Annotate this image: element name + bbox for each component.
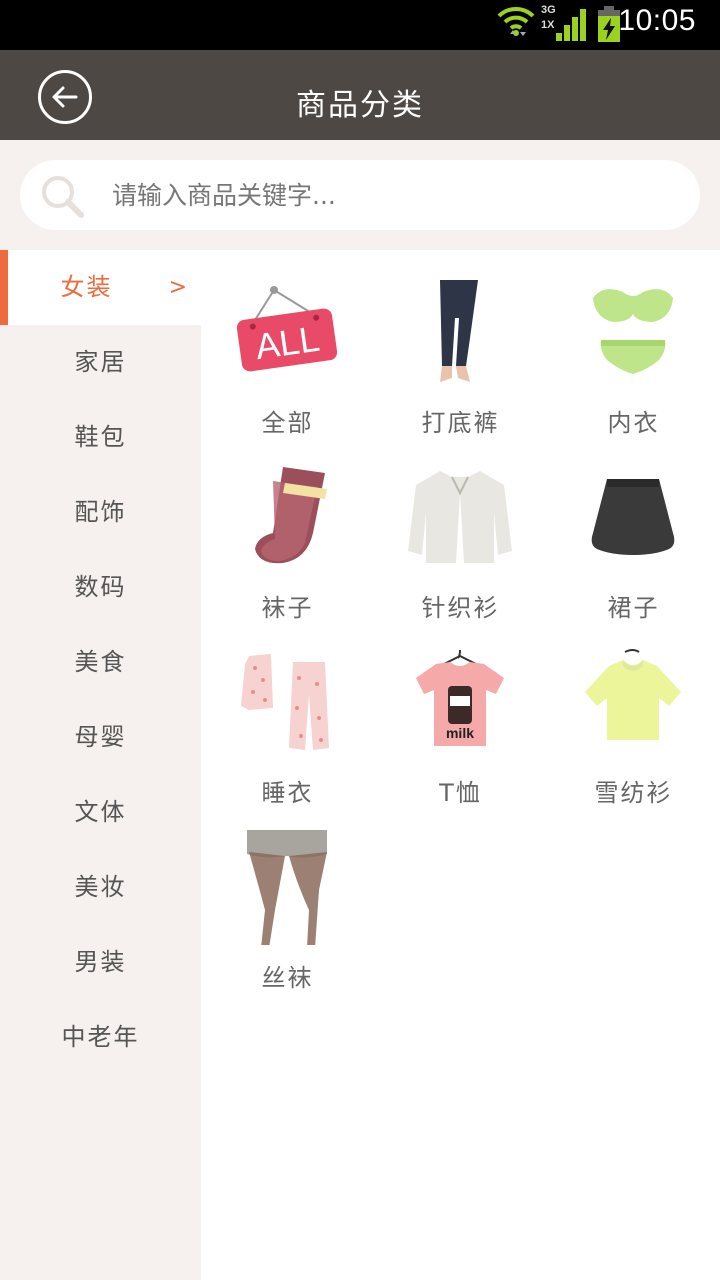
svg-text:milk: milk <box>446 725 474 741</box>
sidebar-item-food[interactable]: 美食 <box>0 625 201 700</box>
category-label: 丝袜 <box>261 964 314 992</box>
pajamas-image <box>241 654 329 750</box>
category-socks[interactable]: 袜子 <box>201 435 374 622</box>
chevron-right-icon: > <box>168 275 189 300</box>
search-box[interactable] <box>20 160 700 230</box>
tshirt-image: milk <box>416 649 504 746</box>
all-sign-image: ALL <box>236 286 338 372</box>
sidebar-item-seniors[interactable]: 中老年 <box>0 1000 201 1075</box>
category-label: 裙子 <box>607 594 660 622</box>
page-title: 商品分类 <box>296 88 424 123</box>
category-label: 打底裤 <box>421 409 500 437</box>
category-label: 袜子 <box>261 594 314 622</box>
category-skirt[interactable]: 裙子 <box>547 435 720 622</box>
sidebar-item-label: 数码 <box>74 573 127 601</box>
clock: 10:05 <box>618 4 696 37</box>
category-all[interactable]: ALL 全部 <box>201 250 374 437</box>
category-cardigan[interactable]: 针织衫 <box>374 435 547 622</box>
header-bar: 商品分类 <box>0 50 720 140</box>
sidebar-item-label: 鞋包 <box>74 423 127 451</box>
search-area <box>0 140 720 250</box>
category-label: 雪纺衫 <box>594 779 673 807</box>
category-label: 内衣 <box>607 409 660 437</box>
sidebar-item-label: 文体 <box>74 798 127 826</box>
category-stockings[interactable]: 丝袜 <box>201 805 374 992</box>
category-label: 全部 <box>261 409 314 437</box>
sidebar-item-label: 男装 <box>74 948 127 976</box>
wifi-icon <box>497 6 535 36</box>
sidebar-item-womens[interactable]: 女装 > <box>0 250 201 325</box>
category-lingerie[interactable]: 内衣 <box>547 250 720 437</box>
sidebar-item-sports[interactable]: 文体 <box>0 775 201 850</box>
sidebar-item-label: 美食 <box>74 648 127 676</box>
lingerie-image <box>593 289 673 374</box>
category-chiffon-blouse[interactable]: 雪纺衫 <box>547 620 720 807</box>
sidebar-item-beauty[interactable]: 美妆 <box>0 850 201 925</box>
stockings-image <box>247 830 327 945</box>
search-input[interactable] <box>112 174 672 216</box>
socks-image <box>255 467 327 564</box>
sidebar-item-label: 母婴 <box>74 723 127 751</box>
category-leggings[interactable]: 打底裤 <box>374 250 547 437</box>
sidebar-item-label: 中老年 <box>61 1023 140 1051</box>
sidebar-item-label: 家居 <box>74 348 127 376</box>
sidebar-item-shoes-bags[interactable]: 鞋包 <box>0 400 201 475</box>
sidebar-item-label: 女装 <box>60 273 113 301</box>
chiffon-blouse-image <box>585 649 681 740</box>
skirt-image <box>591 479 675 555</box>
network-type: 3G 1X <box>541 4 556 31</box>
status-bar: 3G 1X 10:05 <box>0 0 720 50</box>
sidebar-item-mens[interactable]: 男装 <box>0 925 201 1000</box>
signal-icon <box>556 9 586 41</box>
sidebar-item-home[interactable]: 家居 <box>0 325 201 400</box>
category-tshirt[interactable]: milk T恤 <box>374 620 547 807</box>
sidebar-item-baby[interactable]: 母婴 <box>0 700 201 775</box>
cardigan-image <box>408 471 512 563</box>
category-label: T恤 <box>439 779 482 807</box>
category-sidebar: 女装 > 家居 鞋包 配饰 数码 美食 母婴 文体 美妆 男装 中老年 <box>0 250 201 1280</box>
sidebar-item-digital[interactable]: 数码 <box>0 550 201 625</box>
sidebar-item-label: 配饰 <box>74 498 127 526</box>
category-label: 针织衫 <box>421 594 500 622</box>
sidebar-item-accessories[interactable]: 配饰 <box>0 475 201 550</box>
category-label: 睡衣 <box>261 779 314 807</box>
leggings-image <box>440 280 478 382</box>
search-icon <box>42 176 84 218</box>
sidebar-item-label: 美妆 <box>74 873 127 901</box>
category-pajamas[interactable]: 睡衣 <box>201 620 374 807</box>
